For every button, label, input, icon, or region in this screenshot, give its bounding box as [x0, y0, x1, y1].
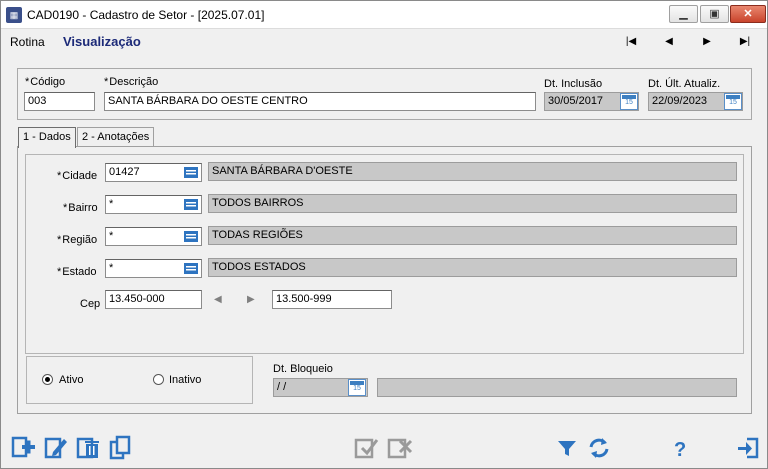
minimize-button[interactable]: ▁ — [669, 5, 698, 23]
next-record-button[interactable]: ▶ — [696, 34, 718, 50]
minimize-icon: ▁ — [679, 8, 688, 20]
cidade-name-field: SANTA BÁRBARA D'OESTE — [208, 162, 737, 181]
add-icon — [11, 436, 35, 458]
window-title: CAD0190 - Cadastro de Setor - [2025.07.0… — [27, 8, 265, 22]
close-button[interactable]: ✕ — [730, 5, 766, 23]
cidade-lookup-button[interactable] — [182, 163, 200, 181]
bairro-label: *Bairro — [63, 202, 98, 214]
add-button[interactable] — [9, 435, 37, 461]
tab-dados[interactable]: 1 - Dados — [18, 127, 76, 148]
ativo-label: Ativo — [59, 374, 84, 386]
descricao-field[interactable]: SANTA BÁRBARA DO OESTE CENTRO — [104, 92, 536, 111]
lookup-icon — [184, 231, 198, 242]
cep-from-field[interactable]: 13.450-000 — [105, 290, 202, 309]
previous-record-icon: ◀ — [665, 36, 673, 47]
codigo-label: *Código — [25, 76, 66, 88]
tab-anotacoes[interactable]: 2 - Anotações — [77, 127, 155, 147]
estado-name-field: TODOS ESTADOS — [208, 258, 737, 277]
calendar-icon[interactable]: 15 — [724, 93, 742, 110]
confirm-button[interactable] — [353, 435, 381, 461]
delete-icon — [76, 437, 99, 459]
menu-rotina[interactable]: Rotina — [10, 35, 45, 49]
dt-inclusao-label: Dt. Inclusão — [544, 78, 603, 90]
dados-panel — [25, 154, 744, 354]
codigo-field[interactable]: 003 — [24, 92, 95, 111]
calendar-icon[interactable]: 15 — [620, 93, 638, 110]
calendar-icon[interactable]: 15 — [348, 379, 366, 396]
maximize-button[interactable]: ▣ — [700, 5, 729, 23]
first-record-button[interactable]: |◀ — [620, 34, 642, 50]
descricao-label: *Descrição — [104, 76, 159, 88]
lookup-icon — [184, 199, 198, 210]
tab-content-dados — [17, 146, 752, 414]
bairro-lookup-button[interactable] — [182, 195, 200, 213]
refresh-button[interactable] — [585, 435, 613, 461]
mode-label: Visualização — [63, 34, 141, 49]
main-window: ▦ CAD0190 - Cadastro de Setor - [2025.07… — [0, 0, 768, 469]
filter-icon — [558, 441, 576, 456]
first-record-icon: |◀ — [625, 36, 637, 47]
ativo-radio[interactable] — [42, 374, 53, 385]
dt-bloqueio-label: Dt. Bloqueio — [273, 363, 333, 375]
dt-ult-atualiz-label: Dt. Últ. Atualiz. — [648, 78, 721, 90]
dt-bloqueio-desc-field — [377, 378, 737, 397]
help-icon: ? — [674, 439, 686, 461]
regiao-lookup-button[interactable] — [182, 227, 200, 245]
regiao-label: *Região — [57, 234, 98, 246]
cep-prev-arrow-icon: ◀ — [214, 294, 222, 305]
cancel-icon — [387, 438, 413, 459]
app-grid-icon: ▦ — [6, 7, 22, 23]
title-bar: ▦ CAD0190 - Cadastro de Setor - [2025.07… — [1, 1, 767, 29]
bairro-name-field: TODOS BAIRROS — [208, 194, 737, 213]
svg-text:?: ? — [674, 439, 686, 461]
last-record-button[interactable]: ▶| — [734, 34, 756, 50]
cep-label: Cep — [80, 298, 101, 310]
inativo-label: Inativo — [169, 374, 202, 386]
previous-record-button[interactable]: ◀ — [658, 34, 680, 50]
exit-icon — [738, 437, 759, 459]
help-button[interactable]: ? — [665, 435, 693, 461]
close-icon: ✕ — [743, 8, 753, 20]
cancel-button[interactable] — [386, 435, 414, 461]
lookup-icon — [184, 167, 198, 178]
lookup-icon — [184, 263, 198, 274]
delete-button[interactable] — [75, 435, 103, 461]
edit-icon — [44, 437, 67, 459]
confirm-icon — [354, 438, 379, 459]
next-record-icon: ▶ — [703, 36, 711, 47]
cep-next-arrow-icon: ▶ — [247, 294, 255, 305]
estado-lookup-button[interactable] — [182, 259, 200, 277]
maximize-icon: ▣ — [709, 8, 720, 20]
estado-label: *Estado — [57, 266, 97, 278]
filter-button[interactable] — [554, 435, 582, 461]
cidade-label: *Cidade — [57, 170, 98, 182]
cep-to-field[interactable]: 13.500-999 — [272, 290, 392, 309]
regiao-name-field: TODAS REGIÕES — [208, 226, 737, 245]
menu-bar: Rotina Visualização |◀ ◀ ▶ ▶| — [1, 30, 767, 54]
copy-icon — [109, 435, 131, 460]
edit-button[interactable] — [42, 435, 70, 461]
copy-button[interactable] — [107, 435, 135, 461]
exit-button[interactable] — [735, 435, 763, 461]
inativo-radio[interactable] — [153, 374, 164, 385]
refresh-icon — [589, 438, 609, 458]
last-record-icon: ▶| — [739, 36, 751, 47]
